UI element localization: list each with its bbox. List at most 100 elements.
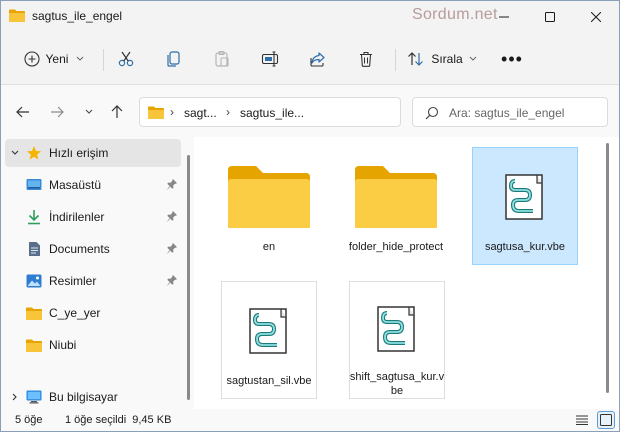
download-icon [25,209,43,225]
script-file-icon [245,288,293,374]
file-name: sagtustan_sil.vbe [226,375,312,387]
file-item[interactable]: folder_hide_protect [343,147,449,265]
new-label: Yeni [45,52,69,66]
star-icon [25,145,43,161]
forward-button[interactable] [45,100,69,124]
search-box[interactable] [412,97,608,127]
cut-button[interactable] [107,42,145,76]
details-view-icon [576,415,588,425]
chevron-down-icon [469,56,477,61]
toolbar-separator [395,49,396,71]
sidebar-item-quick-access[interactable]: Hızlı erişim [5,139,181,167]
back-button[interactable] [11,100,35,124]
sidebar-item-pictures[interactable]: Resimler [25,267,181,295]
file-item-selected[interactable]: sagtusa_kur.vbe [472,147,578,265]
more-options-button[interactable]: ••• [493,42,531,76]
address-bar[interactable]: › sagt... › sagtus_ile... [139,97,401,127]
navigation-bar: › sagt... › sagtus_ile... [1,86,619,136]
folder-icon [25,337,43,353]
maximize-button[interactable] [527,1,573,33]
sidebar-item-niubi[interactable]: Niubi [25,331,181,359]
maximize-icon [545,12,555,22]
paste-button[interactable] [203,42,241,76]
pin-icon [167,242,178,257]
up-button[interactable] [105,100,129,124]
sidebar-item-label: Bu bilgisayar [49,390,118,404]
close-button[interactable] [573,1,619,33]
file-name: en [262,241,276,253]
delete-button[interactable] [347,42,385,76]
file-name: folder_hide_protect [348,241,444,253]
sidebar-item-documents[interactable]: Documents [25,235,181,263]
pictures-icon [25,273,43,289]
folder-icon [353,154,439,240]
file-name: shift_sagtusa_kur.vbe [349,371,445,397]
sidebar-item-label: Resimler [49,274,97,288]
computer-icon [25,389,43,405]
share-icon [310,52,325,67]
sort-label: Sırala [431,52,463,66]
command-bar: Yeni Sırala ••• [1,33,619,85]
large-icons-view-icon [600,414,612,426]
status-bar: 5 öğe 1 öğe seçildi 9,45 KB [1,409,619,431]
chevron-right-icon[interactable] [5,393,25,401]
details-view-button[interactable] [573,411,591,429]
item-count: 5 öğe [15,414,43,426]
document-icon [25,241,43,257]
sidebar-item-label: C_ye_yer [49,306,101,320]
sidebar-scrollbar[interactable] [187,155,190,400]
recent-locations-button[interactable] [77,100,101,124]
close-icon [591,12,601,22]
script-file-icon [373,288,421,370]
copy-button[interactable] [155,42,193,76]
breadcrumb-chevron-icon: › [170,105,174,119]
sidebar-item-this-pc[interactable]: Bu bilgisayar [5,383,181,411]
sidebar-item-label: Hızlı erişim [49,146,109,160]
explorer-window: sagtus_ile_engel Sordum.net Yeni Sırala … [0,0,620,432]
new-button[interactable]: Yeni [15,42,93,76]
chevron-down-icon[interactable] [5,150,25,156]
folder-icon [25,305,43,321]
arrow-right-icon [51,106,64,118]
sidebar-item-c-ye-yer[interactable]: C_ye_yer [25,299,181,327]
desktop-icon [25,177,43,193]
paste-icon [215,50,229,67]
file-view: en folder_hide_protect sagtusa_kur.vbe s… [194,137,619,409]
rename-icon [261,51,279,67]
search-input[interactable] [449,104,603,122]
rename-button[interactable] [251,42,289,76]
navigation-pane: Hızlı erişim Masaüstü İndirilenler Docum… [1,137,193,409]
delete-icon [360,51,372,67]
chevron-down-icon [77,56,84,61]
file-view-scrollbar[interactable] [606,143,609,393]
pin-icon [167,178,178,193]
minimize-button[interactable] [481,1,527,33]
plus-circle-icon [23,51,40,67]
pin-icon [167,274,178,289]
sort-button[interactable]: Sırala [403,42,481,76]
search-icon [425,106,439,120]
cut-icon [118,51,134,67]
file-name: sagtusa_kur.vbe [484,241,566,253]
breadcrumb-item[interactable]: sagt... [184,106,217,120]
selection-info: 1 öğe seçildi 9,45 KB [65,414,172,426]
file-item[interactable]: en [216,147,322,265]
sidebar-item-label: Niubi [49,338,77,352]
sidebar-item-downloads[interactable]: İndirilenler [25,203,181,231]
folder-icon [226,154,312,240]
window-title: sagtus_ile_engel [32,9,123,23]
chevron-down-icon [85,109,93,114]
file-item[interactable]: shift_sagtusa_kur.vbe [349,281,445,399]
share-button[interactable] [299,42,337,76]
sidebar-item-desktop[interactable]: Masaüstü [25,171,181,199]
breadcrumb-item[interactable]: sagtus_ile... [240,106,304,120]
sidebar-item-label: Documents [49,242,110,256]
folder-icon [9,9,25,22]
arrow-left-icon [16,106,29,118]
large-icons-view-button[interactable] [597,411,615,429]
file-item[interactable]: sagtustan_sil.vbe [221,281,317,399]
sidebar-item-label: İndirilenler [49,210,105,224]
breadcrumb-chevron-icon: › [226,105,230,119]
folder-icon [148,106,164,119]
pin-icon [167,210,178,225]
